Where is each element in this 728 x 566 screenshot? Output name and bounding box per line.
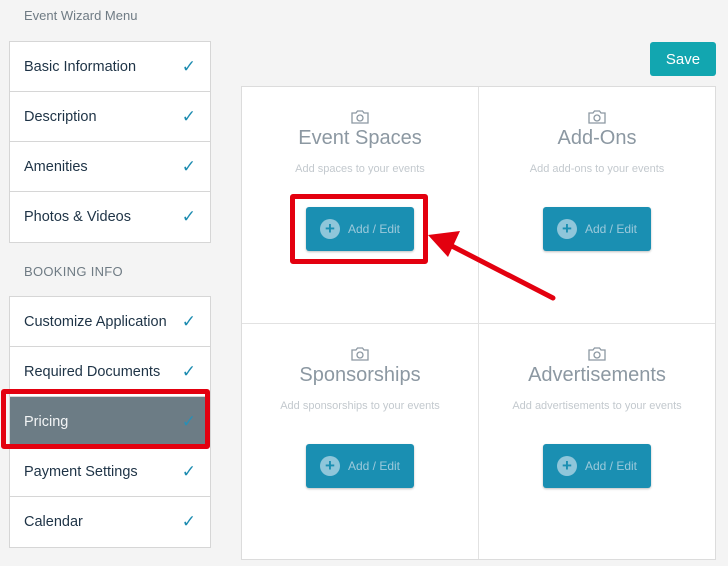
tile-subtitle: Add spaces to your events <box>295 163 425 175</box>
tile-title: Add-Ons <box>557 127 637 149</box>
camera-icon <box>588 347 606 361</box>
tile-subtitle: Add add-ons to your events <box>529 163 665 175</box>
tile-title: Sponsorships <box>299 364 421 386</box>
menu-item-label: Amenities <box>24 158 88 175</box>
tile-title: Event Spaces <box>298 127 422 149</box>
menu-item-label: Photos & Videos <box>24 209 131 225</box>
annotation-arrow-icon <box>428 231 556 301</box>
check-icon: ✓ <box>181 106 196 126</box>
add-edit-label: Add / Edit <box>584 459 638 473</box>
check-icon: ✓ <box>181 311 196 331</box>
tile-subtitle: Add advertisements to your events <box>512 400 682 412</box>
camera-icon <box>351 347 369 361</box>
pricing-highlight-box <box>1 389 210 449</box>
check-icon: ✓ <box>181 207 196 226</box>
wizard-content-panel: Event Spaces Add spaces to your events +… <box>241 86 716 560</box>
save-button[interactable]: Save <box>650 42 716 76</box>
menu-item-label: Description <box>24 108 97 125</box>
booking-info-section-label: BOOKING INFO <box>24 264 123 279</box>
check-icon: ✓ <box>181 461 196 481</box>
add-edit-button-sponsorships[interactable]: + Add / Edit <box>306 444 414 488</box>
menu-item-label: Customize Application <box>24 313 167 330</box>
menu-item-label: Basic Information <box>24 58 137 75</box>
menu-item-basic-information[interactable]: Basic Information ✓ <box>10 42 210 92</box>
check-icon: ✓ <box>181 512 196 531</box>
camera-icon <box>351 110 369 124</box>
tile-subtitle: Add sponsorships to your events <box>280 400 440 412</box>
add-edit-label: Add / Edit <box>584 222 638 236</box>
menu-item-calendar[interactable]: Calendar ✓ <box>10 497 210 547</box>
tile-title: Advertisements <box>528 364 666 386</box>
check-icon: ✓ <box>181 361 196 381</box>
tile-advertisements: Advertisements Add advertisements to you… <box>479 324 715 560</box>
menu-item-label: Required Documents <box>24 363 161 380</box>
add-edit-button-advertisements[interactable]: + Add / Edit <box>543 444 651 488</box>
add-edit-highlight-box <box>290 194 428 264</box>
menu-item-photos-videos[interactable]: Photos & Videos ✓ <box>10 192 210 242</box>
menu-item-customize-application[interactable]: Customize Application ✓ <box>10 297 210 347</box>
wizard-menu-title: Event Wizard Menu <box>24 8 138 23</box>
check-icon: ✓ <box>181 156 196 176</box>
menu-item-label: Payment Settings <box>24 463 138 480</box>
menu-group-event: Basic Information ✓ Description ✓ Amenit… <box>9 41 211 243</box>
plus-icon: + <box>556 456 577 476</box>
add-edit-label: Add / Edit <box>347 459 401 473</box>
menu-item-label: Calendar <box>24 514 83 530</box>
plus-icon: + <box>319 456 340 476</box>
menu-item-payment-settings[interactable]: Payment Settings ✓ <box>10 447 210 497</box>
tile-sponsorships: Sponsorships Add sponsorships to your ev… <box>242 324 478 560</box>
menu-item-description[interactable]: Description ✓ <box>10 92 210 142</box>
menu-item-amenities[interactable]: Amenities ✓ <box>10 142 210 192</box>
check-icon: ✓ <box>181 56 196 76</box>
camera-icon <box>588 110 606 124</box>
